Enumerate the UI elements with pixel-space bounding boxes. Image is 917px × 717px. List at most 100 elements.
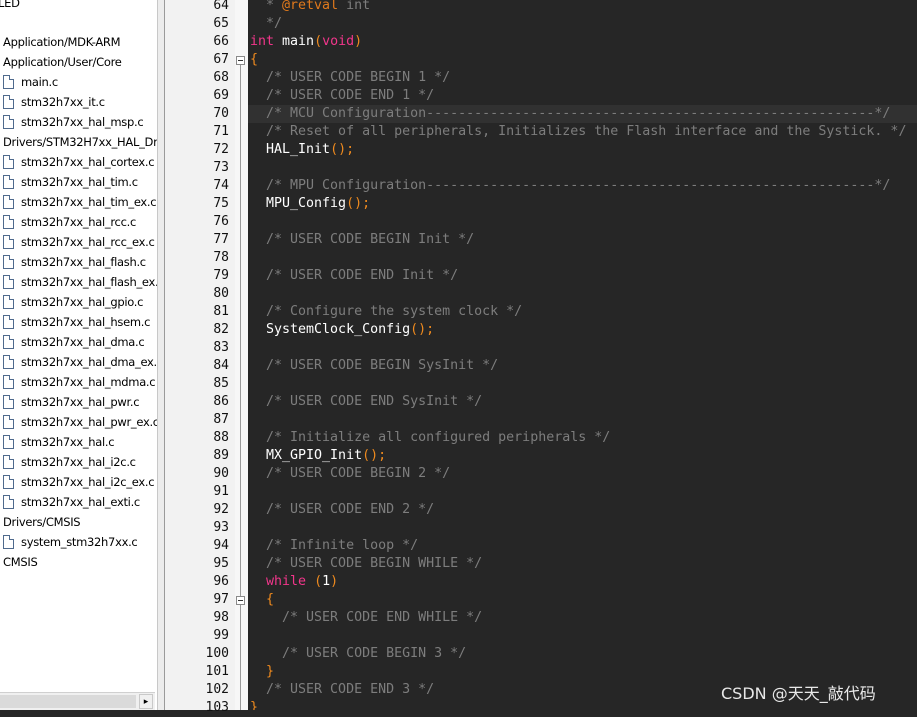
tree-group[interactable]: Drivers/STM32H7xx_HAL_Dri bbox=[3, 132, 157, 152]
tree-file-item[interactable]: stm32h7xx_it.c bbox=[3, 92, 105, 112]
code-token: ( bbox=[314, 574, 323, 589]
file-icon bbox=[3, 434, 14, 449]
code-token: /* Initialize all configured peripherals… bbox=[250, 430, 611, 445]
code-token: void bbox=[322, 34, 355, 49]
code-line[interactable]: /* Infinite loop */ bbox=[250, 537, 418, 555]
tree-item-label: LED bbox=[0, 0, 20, 10]
code-line[interactable]: /* USER CODE END WHILE */ bbox=[250, 609, 482, 627]
line-number: 95 bbox=[213, 556, 229, 571]
file-icon bbox=[3, 374, 14, 389]
tree-item-label: stm32h7xx_hal_flash.c bbox=[21, 255, 146, 269]
tree-file-item[interactable]: stm32h7xx_hal_flash_ex.c bbox=[3, 272, 157, 292]
code-line[interactable]: /* Configure the system clock */ bbox=[250, 303, 522, 321]
code-line[interactable]: { bbox=[250, 51, 258, 69]
code-line[interactable]: /* Initialize all configured peripherals… bbox=[250, 429, 610, 447]
tree-group[interactable]: CMSIS bbox=[3, 552, 38, 572]
fold-margin bbox=[235, 0, 248, 710]
panel-splitter[interactable] bbox=[157, 0, 165, 710]
code-line[interactable]: */ bbox=[250, 15, 282, 33]
code-line[interactable]: /* USER CODE END Init */ bbox=[250, 267, 458, 285]
tree-file-item[interactable]: stm32h7xx_hal_i2c_ex.c bbox=[3, 472, 155, 492]
tree-file-item[interactable]: stm32h7xx_hal_pwr_ex.c bbox=[3, 412, 157, 432]
project-tree-panel: LED Application/MDK-ARM Application/User/… bbox=[0, 0, 157, 710]
code-line[interactable]: int main(void) bbox=[250, 33, 362, 51]
fold-collapse-icon[interactable] bbox=[236, 596, 245, 605]
tree-file-item[interactable]: stm32h7xx_hal_rcc.c bbox=[3, 212, 136, 232]
code-token: /* USER CODE BEGIN 3 */ bbox=[250, 646, 467, 661]
code-token: /* USER CODE BEGIN Init */ bbox=[250, 232, 475, 247]
line-number: 89 bbox=[213, 448, 229, 463]
code-token: /* USER CODE END 1 */ bbox=[250, 88, 435, 103]
tree-file-item[interactable]: stm32h7xx_hal_mdma.c bbox=[3, 372, 156, 392]
tree-file-item[interactable]: stm32h7xx_hal_hsem.c bbox=[3, 312, 150, 332]
tree-file-item[interactable]: stm32h7xx_hal_tim.c bbox=[3, 172, 138, 192]
code-line[interactable]: /* USER CODE END 1 */ bbox=[250, 87, 434, 105]
tree-file-item[interactable]: stm32h7xx_hal_gpio.c bbox=[3, 292, 144, 312]
code-line[interactable]: /* USER CODE BEGIN 1 */ bbox=[250, 69, 450, 87]
code-line[interactable]: while (1) bbox=[250, 573, 338, 591]
tree-item-label: stm32h7xx_hal_exti.c bbox=[21, 495, 140, 509]
tree-item-label: stm32h7xx_hal_i2c_ex.c bbox=[21, 475, 155, 489]
code-line[interactable]: MX_GPIO_Init(); bbox=[250, 447, 386, 465]
code-line[interactable]: * @retval int bbox=[250, 0, 370, 15]
code-line[interactable]: } bbox=[250, 699, 258, 710]
horizontal-scrollbar[interactable]: ▸ bbox=[0, 692, 155, 710]
tree-file-item[interactable]: stm32h7xx_hal_cortex.c bbox=[3, 152, 155, 172]
line-number: 70 bbox=[213, 106, 229, 121]
tree-file-item[interactable]: stm32h7xx_hal_rcc_ex.c bbox=[3, 232, 155, 252]
code-token: * bbox=[250, 0, 283, 13]
tree-item-label: main.c bbox=[21, 75, 58, 89]
code-line[interactable]: /* USER CODE BEGIN Init */ bbox=[250, 231, 474, 249]
code-line[interactable]: { bbox=[250, 591, 274, 609]
tree-item-label: stm32h7xx_hal_pwr_ex.c bbox=[21, 415, 157, 429]
code-line[interactable]: HAL_Init(); bbox=[250, 141, 354, 159]
code-token: ( bbox=[314, 34, 323, 49]
fold-collapse-icon[interactable] bbox=[236, 56, 245, 65]
line-number: 90 bbox=[213, 466, 229, 481]
tree-file-item[interactable]: stm32h7xx_hal.c bbox=[3, 432, 115, 452]
code-line[interactable]: /* MCU Configuration--------------------… bbox=[250, 105, 890, 123]
tree-group[interactable]: Drivers/CMSIS bbox=[3, 512, 81, 532]
code-editor[interactable]: * @retval int */int main(void){ /* USER … bbox=[248, 0, 917, 710]
code-line[interactable]: /* USER CODE END 3 */ bbox=[250, 681, 434, 699]
code-line[interactable]: MPU_Config(); bbox=[250, 195, 370, 213]
code-token: ) bbox=[354, 34, 363, 49]
code-line[interactable]: /* USER CODE BEGIN 3 */ bbox=[250, 645, 466, 663]
code-token: /* Reset of all peripherals, Initializes… bbox=[250, 124, 907, 139]
tree-item-partial[interactable]: LED bbox=[0, 0, 20, 13]
code-line[interactable]: /* USER CODE BEGIN 2 */ bbox=[250, 465, 450, 483]
line-number: 97 bbox=[213, 592, 229, 607]
tree-file-item[interactable]: stm32h7xx_hal_pwr.c bbox=[3, 392, 140, 412]
tree-file-item[interactable]: stm32h7xx_hal_dma_ex.c bbox=[3, 352, 157, 372]
code-line[interactable]: } bbox=[250, 663, 274, 681]
tree-file-item[interactable]: stm32h7xx_hal_exti.c bbox=[3, 492, 140, 512]
code-line[interactable]: /* USER CODE BEGIN SysInit */ bbox=[250, 357, 498, 375]
tree-file-item[interactable]: stm32h7xx_hal_tim_ex.c bbox=[3, 192, 157, 212]
tree-group[interactable]: Application/User/Core bbox=[3, 52, 122, 72]
code-line[interactable]: /* Reset of all peripherals, Initializes… bbox=[250, 123, 906, 141]
line-number: 76 bbox=[213, 214, 229, 229]
code-token: /* Configure the system clock */ bbox=[250, 304, 523, 319]
tree-group[interactable]: Application/MDK-ARM bbox=[3, 32, 121, 52]
code-line[interactable]: /* USER CODE END SysInit */ bbox=[250, 393, 482, 411]
code-line[interactable]: /* MPU Configuration--------------------… bbox=[250, 177, 890, 195]
code-token: MPU_Config bbox=[250, 196, 347, 211]
file-icon bbox=[3, 274, 14, 289]
tree-file-item[interactable]: stm32h7xx_hal_i2c.c bbox=[3, 452, 136, 472]
line-number: 91 bbox=[213, 484, 229, 499]
tree-file-item[interactable]: main.c bbox=[3, 72, 58, 92]
scrollbar-thumb[interactable] bbox=[0, 695, 136, 708]
code-line[interactable]: /* USER CODE END 2 */ bbox=[250, 501, 434, 519]
code-token: main bbox=[274, 34, 315, 49]
line-number: 79 bbox=[213, 268, 229, 283]
tree-file-item[interactable]: stm32h7xx_hal_dma.c bbox=[3, 332, 145, 352]
tree-file-item[interactable]: stm32h7xx_hal_msp.c bbox=[3, 112, 144, 132]
code-token: (); bbox=[410, 322, 435, 337]
tree-file-item[interactable]: system_stm32h7xx.c bbox=[3, 532, 138, 552]
tree-item-label: Drivers/CMSIS bbox=[3, 515, 81, 529]
file-icon bbox=[3, 314, 14, 329]
code-line[interactable]: SystemClock_Config(); bbox=[250, 321, 434, 339]
scroll-right-arrow-icon[interactable]: ▸ bbox=[139, 694, 153, 709]
tree-file-item[interactable]: stm32h7xx_hal_flash.c bbox=[3, 252, 146, 272]
code-line[interactable]: /* USER CODE BEGIN WHILE */ bbox=[250, 555, 482, 573]
